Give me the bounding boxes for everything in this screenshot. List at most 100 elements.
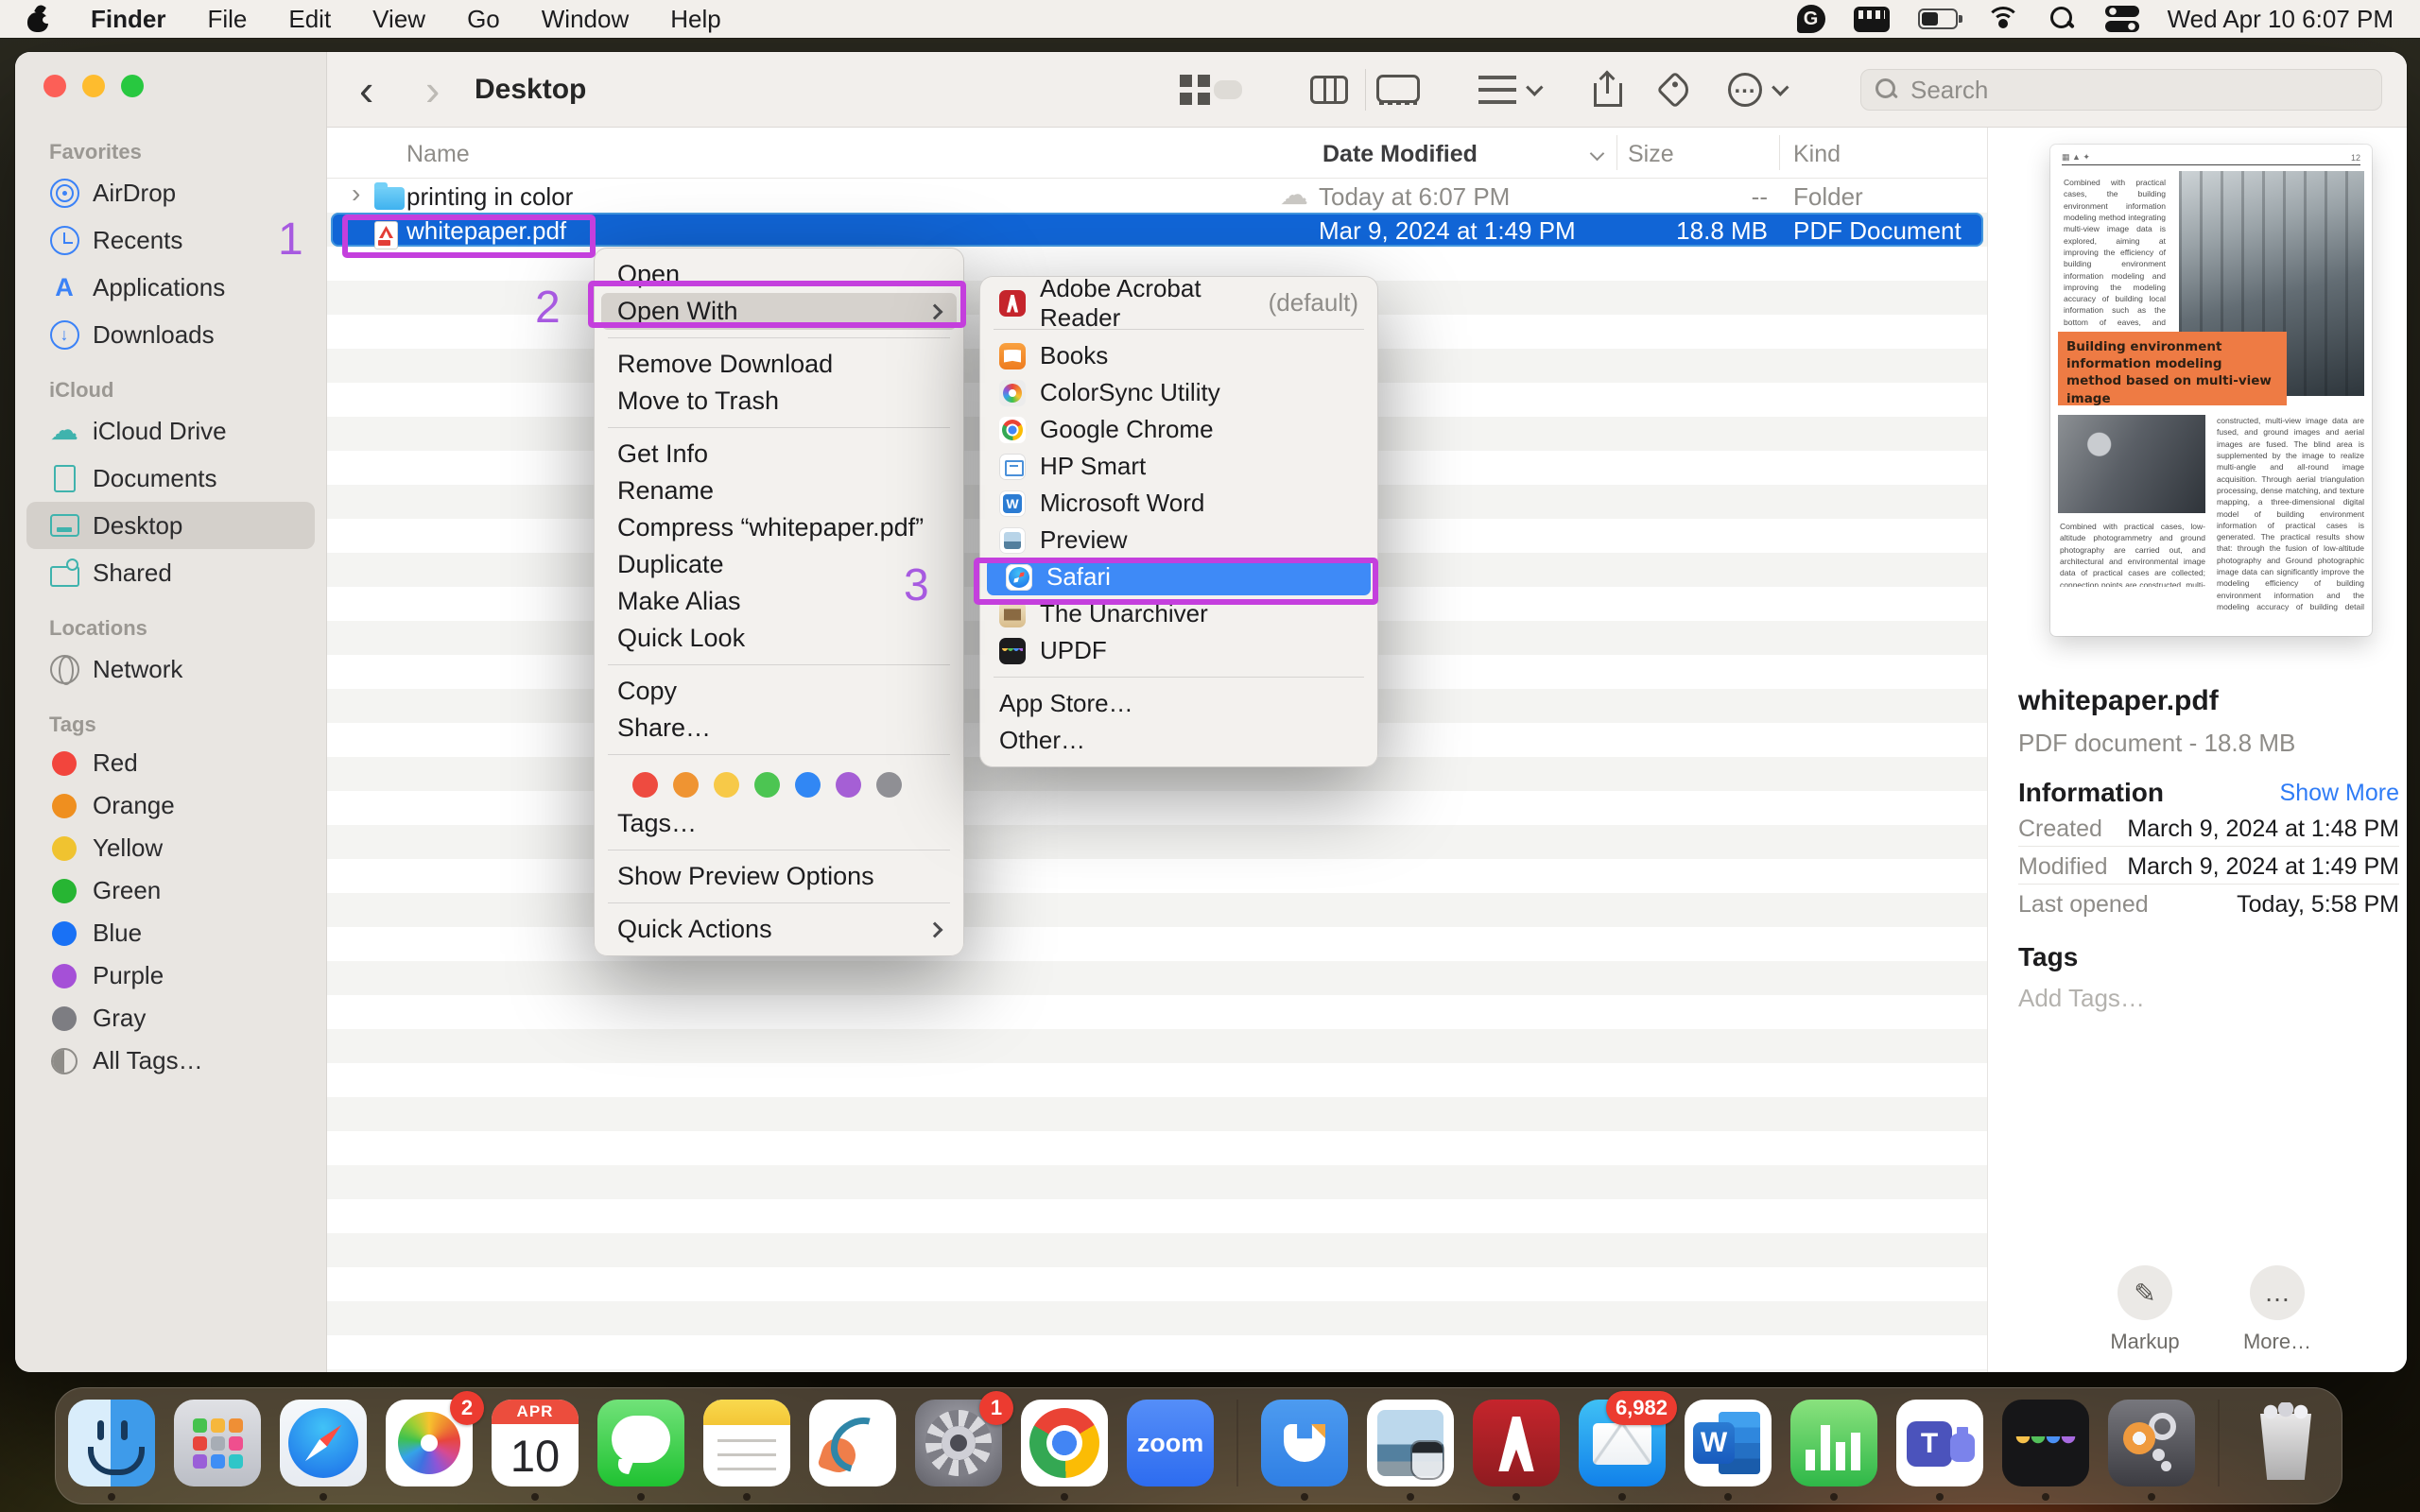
minimize-button[interactable]: [82, 75, 105, 97]
column-view-button[interactable]: [1310, 52, 1348, 128]
green-tag-dot[interactable]: [754, 772, 780, 798]
menu-item-open-with[interactable]: Open With: [601, 293, 957, 330]
submenu-item-app-store[interactable]: App Store…: [980, 685, 1377, 722]
file-name[interactable]: whitepaper.pdf: [406, 216, 566, 246]
more-button[interactable]: … More…: [2221, 1265, 2334, 1354]
sidebar-item-airdrop[interactable]: AirDrop: [15, 169, 326, 216]
yellow-tag-dot[interactable]: [714, 772, 739, 798]
dock-item-notes[interactable]: [703, 1400, 790, 1502]
menu-item-move-to-trash[interactable]: Move to Trash: [595, 383, 963, 420]
dock-item-updf[interactable]: [2002, 1400, 2089, 1502]
dock-item-mail[interactable]: 6,982: [1579, 1391, 1677, 1502]
menubar-menu-edit[interactable]: Edit: [288, 5, 331, 34]
sidebar-tag-yellow[interactable]: Yellow: [15, 827, 326, 869]
menu-item-rename[interactable]: Rename: [595, 472, 963, 509]
sort-chevron-icon[interactable]: [1589, 146, 1605, 162]
column-header-kind[interactable]: Kind: [1793, 141, 1841, 168]
share-button[interactable]: [1594, 52, 1622, 128]
sidebar-tag-orange[interactable]: Orange: [15, 784, 326, 827]
zoom-button[interactable]: [121, 75, 144, 97]
sidebar-item-downloads[interactable]: Downloads: [15, 311, 326, 358]
menubar-menu-window[interactable]: Window: [542, 5, 629, 34]
sidebar-item-desktop[interactable]: Desktop: [26, 502, 315, 549]
control-center-icon[interactable]: [2104, 6, 2139, 32]
menu-item-copy[interactable]: Copy: [595, 673, 963, 710]
sidebar-item-shared[interactable]: Shared: [15, 549, 326, 596]
list-view-button[interactable]: [1214, 80, 1242, 99]
menu-item-get-info[interactable]: Get Info: [595, 436, 963, 472]
menubar-clock[interactable]: Wed Apr 10 6:07 PM: [2168, 5, 2394, 34]
dock-item-numbers[interactable]: [1790, 1400, 1877, 1502]
red-tag-dot[interactable]: [632, 772, 658, 798]
dock-item-safari[interactable]: [280, 1400, 367, 1502]
sidebar-item-all-tags[interactable]: All Tags…: [15, 1040, 326, 1082]
dock-item-launchpad[interactable]: [174, 1400, 261, 1502]
submenu-item-safari[interactable]: Safari: [987, 558, 1371, 595]
battery-icon[interactable]: [1917, 9, 1962, 29]
dock-item-messages[interactable]: [597, 1400, 684, 1502]
pdf-thumbnail[interactable]: ▦ ▲ ✦ 12 Combined with practical cases, t…: [2050, 145, 2372, 636]
menubar-app-title[interactable]: Finder: [91, 5, 165, 34]
markup-button[interactable]: ✎ Markup: [2088, 1265, 2202, 1354]
show-more-link[interactable]: Show More: [2280, 780, 2399, 807]
gallery-view-button[interactable]: [1376, 52, 1420, 128]
submenu-item-colorsync[interactable]: ColorSync Utility: [980, 374, 1377, 411]
dock-item-photos[interactable]: 2: [386, 1391, 484, 1502]
close-button[interactable]: [43, 75, 66, 97]
back-button[interactable]: ‹: [359, 52, 373, 128]
sidebar-item-applications[interactable]: Applications: [15, 264, 326, 311]
column-header-date-modified[interactable]: Date Modified: [1322, 141, 1478, 168]
spotlight-icon[interactable]: [2048, 5, 2077, 33]
dock-item-acrobat[interactable]: [1473, 1400, 1560, 1502]
menu-item-open[interactable]: Open: [595, 256, 963, 293]
table-row-selected-pdf[interactable]: whitepaper.pdf Mar 9, 2024 at 1:49 PM 18…: [331, 213, 1983, 249]
table-row-folder[interactable]: › printing in color ☁ Today at 6:07 PM -…: [331, 179, 1983, 213]
more-actions-button[interactable]: …: [1728, 52, 1789, 128]
submenu-item-preview[interactable]: Preview: [980, 522, 1377, 558]
submenu-item-acrobat[interactable]: Adobe Acrobat Reader (default): [980, 274, 1377, 332]
sidebar-item-network[interactable]: Network: [15, 645, 326, 693]
menu-item-tags[interactable]: Tags…: [595, 805, 963, 842]
submenu-item-word[interactable]: Microsoft Word: [980, 485, 1377, 522]
wifi-icon[interactable]: [1985, 6, 2020, 32]
menu-item-show-preview-options[interactable]: Show Preview Options: [595, 858, 963, 895]
sidebar-tag-green[interactable]: Green: [15, 869, 326, 912]
dock-item-word[interactable]: W: [1685, 1400, 1772, 1502]
dock-item-keychain[interactable]: [2108, 1400, 2195, 1502]
dock-item-teams[interactable]: T: [1896, 1400, 1983, 1502]
keyboard-icon[interactable]: [1853, 6, 1890, 32]
menubar-menu-view[interactable]: View: [372, 5, 425, 34]
submenu-item-chrome[interactable]: Google Chrome: [980, 411, 1377, 448]
dock-item-calendar[interactable]: APR 10: [492, 1400, 579, 1502]
tags-button[interactable]: [1656, 52, 1694, 128]
dock-item-trash[interactable]: [2242, 1400, 2329, 1502]
menubar-menu-go[interactable]: Go: [467, 5, 500, 34]
disclosure-chevron-icon[interactable]: ›: [352, 179, 360, 209]
blue-tag-dot[interactable]: [795, 772, 821, 798]
column-header-name[interactable]: Name: [406, 141, 470, 168]
sidebar-item-documents[interactable]: Documents: [15, 455, 326, 502]
column-header-size[interactable]: Size: [1628, 141, 1674, 168]
grammarly-icon[interactable]: G: [1796, 5, 1825, 33]
icon-view-button[interactable]: [1180, 52, 1210, 128]
submenu-item-books[interactable]: Books: [980, 337, 1377, 374]
menu-item-compress[interactable]: Compress “whitepaper.pdf”: [595, 509, 963, 546]
submenu-item-other[interactable]: Other…: [980, 722, 1377, 759]
sidebar-tag-purple[interactable]: Purple: [15, 954, 326, 997]
menu-item-remove-download[interactable]: Remove Download: [595, 346, 963, 383]
submenu-item-unarchiver[interactable]: The Unarchiver: [980, 595, 1377, 632]
orange-tag-dot[interactable]: [673, 772, 699, 798]
forward-button[interactable]: ›: [425, 52, 440, 128]
gray-tag-dot[interactable]: [876, 772, 902, 798]
dock-item-finder[interactable]: [68, 1400, 155, 1502]
group-button[interactable]: [1478, 52, 1544, 128]
add-tags-field[interactable]: Add Tags…: [2018, 984, 2145, 1013]
menu-item-quick-look[interactable]: Quick Look: [595, 620, 963, 657]
menubar-menu-file[interactable]: File: [207, 5, 247, 34]
sidebar-tag-blue[interactable]: Blue: [15, 912, 326, 954]
submenu-item-hp-smart[interactable]: HP Smart: [980, 448, 1377, 485]
dock-item-chrome[interactable]: [1021, 1400, 1108, 1502]
sidebar-tag-red[interactable]: Red: [15, 742, 326, 784]
menu-item-quick-actions[interactable]: Quick Actions: [595, 911, 963, 948]
sidebar-item-icloud-drive[interactable]: iCloud Drive: [15, 407, 326, 455]
